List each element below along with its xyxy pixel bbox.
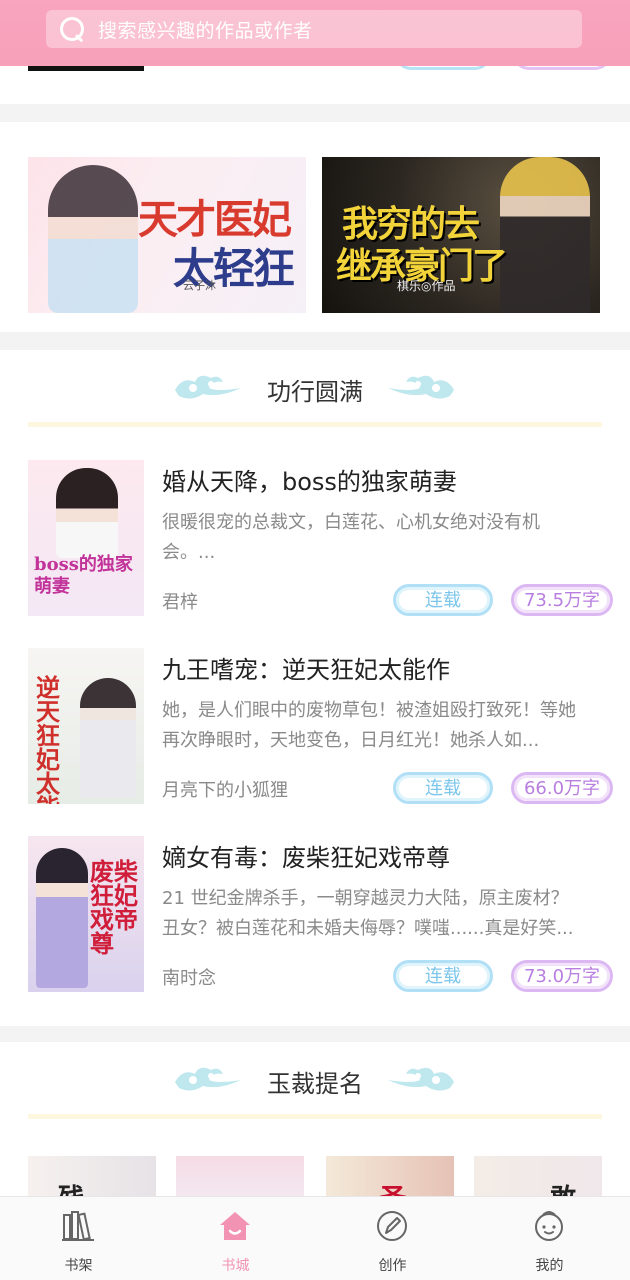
book-cover: 逆天狂妃太能作 [28,648,144,804]
status-badge: 连载 [393,584,493,616]
tab-label: 书城 [221,1258,250,1274]
book-description: 很暖很宠的总裁文，白莲花、心机女绝对没有机会。... [162,512,540,563]
book-description: 21 世纪金牌杀手，一朝穿越灵力大陆，原主废材？丑女？被白莲花和未婚夫侮辱？噗嗤… [162,888,574,939]
previous-cover-edge [28,66,144,71]
cloud-ornament-icon [388,375,454,399]
search-bar[interactable]: 搜索感兴趣的作品或作者 [46,10,582,48]
status-badge: 连载 [393,960,493,992]
cover-title: 废柴狂妃戏帝尊 [90,857,138,958]
profile-icon [535,1211,563,1241]
search-icon [58,15,86,43]
section-divider [28,422,602,427]
tab-bookstore[interactable]: 书城 [157,1197,314,1280]
home-icon [220,1212,250,1240]
banner-row: 天才医妃 太轻狂 云子沐 我穷的去 继承豪门了 棋乐◎作品 [0,122,630,332]
bookshelf-icon [62,1211,94,1241]
banner-jicheng-haomen[interactable]: 我穷的去 继承豪门了 棋乐◎作品 [322,157,600,313]
section-header: 玉裁提名 [0,1042,630,1120]
section-title: 玉裁提名 [267,1070,363,1098]
book-item[interactable]: 逆天狂妃太能作 九王嗜宠：逆天狂妃太能作 她，是人们眼中的废物草包！被渣姐殴打致… [0,648,630,804]
word-count-badge: 73.0万字 [511,960,613,992]
tab-label: 创作 [378,1258,407,1274]
search-placeholder: 搜索感兴趣的作品或作者 [98,19,313,42]
cover-title: boss的独家萌妻 [34,554,133,597]
book-item[interactable]: 废柴狂妃戏帝尊 嫡女有毒：废柴狂妃戏帝尊 21 世纪金牌杀手，一朝穿越灵力大陆，… [0,836,630,992]
book-cover: boss的独家萌妻 [28,460,144,616]
banner-illustration [48,165,138,313]
book-description: 她，是人们眼中的废物草包！被渣姐殴打致死！等她再次睁眼时，天地变色，日月红光！她… [162,700,576,751]
word-count-badge: 73.5万字 [511,584,613,616]
tab-bookshelf[interactable]: 书架 [0,1197,157,1280]
book-author: 南时念 [162,968,216,989]
banner-author: 云子沐 [183,279,216,292]
pen-icon [377,1211,407,1241]
book-cover: 废柴狂妃戏帝尊 [28,836,144,992]
cover-illustration [56,468,118,558]
status-badge: 连载 [393,772,493,804]
bookstore-page: 搜索感兴趣的作品或作者 天才医妃 太轻狂 云子沐 我穷的去 继承豪门了 棋乐◎作… [0,0,630,1280]
word-count-badge: 66.0万字 [511,772,613,804]
section-header: 功行圆满 [0,350,630,428]
cover-illustration [80,678,136,798]
cover-title: 逆天狂妃太能作 [36,673,60,805]
section-title: 功行圆满 [267,378,363,406]
book-title: 九王嗜宠：逆天狂妃太能作 [162,656,450,684]
previous-section-edge [0,52,630,104]
book-author: 月亮下的小狐狸 [162,780,288,801]
cloud-ornament-icon [388,1067,454,1091]
banner-tiancai-yifei[interactable]: 天才医妃 太轻狂 云子沐 [28,157,306,313]
book-author: 君梓 [162,592,198,613]
tab-create[interactable]: 创作 [314,1197,471,1280]
tab-label: 书架 [64,1258,93,1274]
book-item[interactable]: boss的独家萌妻 婚从天降，boss的独家萌妻 很暖很宠的总裁文，白莲花、心机… [0,460,630,616]
banner-author: 棋乐◎作品 [397,279,456,293]
book-title: 嫡女有毒：废柴狂妃戏帝尊 [162,844,450,872]
section-gongxing-yuanman: 功行圆满 boss的独家萌妻 婚从天降，boss的独家萌妻 很暖很宠的总裁文，白… [0,350,630,1026]
book-title: 婚从天降，boss的独家萌妻 [162,468,457,496]
banner-illustration [500,157,590,313]
bottom-tab-bar: 书架 书城 创作 我的 [0,1196,630,1280]
header-bar: 搜索感兴趣的作品或作者 [0,0,630,66]
section-divider [28,1114,602,1119]
cover-illustration [36,848,88,988]
tab-profile[interactable]: 我的 [471,1197,628,1280]
tab-label: 我的 [535,1258,564,1274]
